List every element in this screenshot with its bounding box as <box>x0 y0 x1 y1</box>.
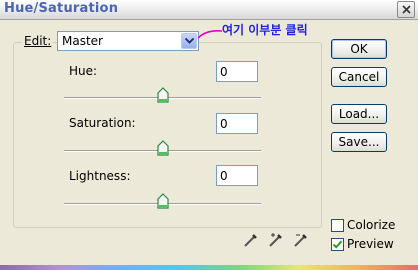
hue-saturation-dialog: Hue/Saturation Edit: Master 여기 이부분 클릭 Hu… <box>0 0 418 270</box>
lightness-input[interactable]: 0 <box>216 165 258 186</box>
hue-label: Hue: <box>69 64 98 78</box>
load-button[interactable]: Load... <box>331 104 387 124</box>
checkmark-icon <box>332 240 343 249</box>
lightness-label: Lightness: <box>69 169 131 183</box>
eyedropper-minus-icon[interactable] <box>293 232 309 248</box>
annotation-arrow <box>197 29 223 39</box>
close-button[interactable] <box>397 1 415 18</box>
dropdown-arrow-icon[interactable] <box>181 33 197 49</box>
slider-thumb-icon[interactable] <box>156 87 169 103</box>
window-title: Hue/Saturation <box>4 1 119 16</box>
cancel-button[interactable]: Cancel <box>331 67 387 87</box>
edit-dropdown[interactable]: Master <box>57 31 199 51</box>
preview-label: Preview <box>347 237 394 251</box>
colorize-checkbox-box[interactable] <box>331 219 344 232</box>
save-button[interactable]: Save... <box>331 132 387 152</box>
close-icon <box>401 3 411 17</box>
colorize-label: Colorize <box>347 218 396 232</box>
eyedropper-plus-icon[interactable] <box>268 232 284 248</box>
saturation-input[interactable]: 0 <box>216 113 258 134</box>
lightness-slider[interactable] <box>64 193 261 209</box>
saturation-label: Saturation: <box>69 116 136 130</box>
edit-dropdown-value: Master <box>62 34 103 48</box>
title-bar: Hue/Saturation <box>0 0 418 20</box>
ok-button[interactable]: OK <box>331 39 387 59</box>
annotation-text: 여기 이부분 클릭 <box>222 23 308 37</box>
slider-thumb-icon[interactable] <box>156 140 169 156</box>
hue-input[interactable]: 0 <box>216 61 258 82</box>
saturation-slider[interactable] <box>64 140 261 156</box>
slider-thumb-icon[interactable] <box>156 193 169 209</box>
color-spectrum-bar <box>0 265 418 270</box>
preview-checkbox-box[interactable] <box>331 238 344 251</box>
hue-slider[interactable] <box>64 87 261 103</box>
eyedropper-icon[interactable] <box>243 232 259 248</box>
edit-label: Edit: <box>22 34 54 48</box>
